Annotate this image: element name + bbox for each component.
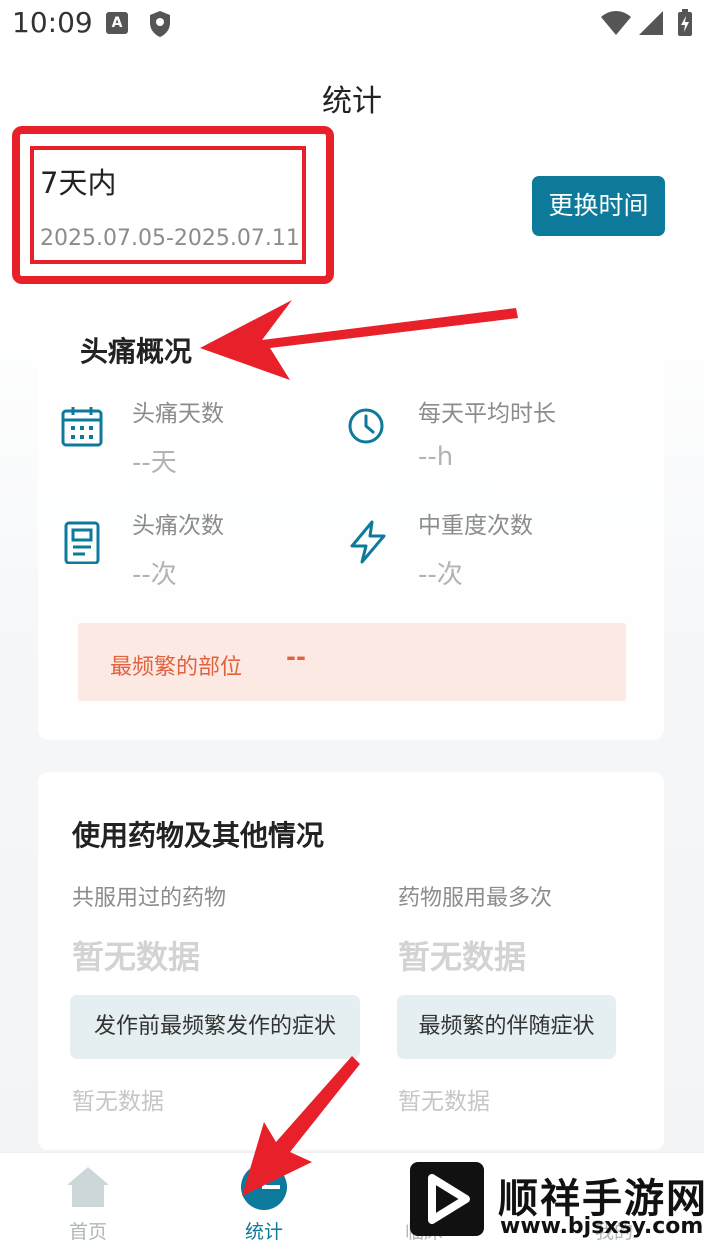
stat-value: --天 [132,448,177,478]
medication-title: 使用药物及其他情况 [72,819,325,852]
lightning-icon [350,520,386,564]
range-label: 7天内 [40,166,117,200]
stat-severe-count: 中重度次数 --次 [346,506,626,596]
play-icon [428,1174,470,1224]
pre-attack-symptom-tag[interactable]: 发作前最频繁发作的症状 [70,995,360,1059]
stat-value: --次 [132,560,177,590]
wifi-icon [601,11,631,35]
home-icon [67,1167,109,1207]
date-range-highlight [12,126,334,284]
status-time: 10:09 [12,6,93,39]
pre-attack-symptom-value: 暂无数据 [72,1089,164,1115]
document-icon [64,521,100,564]
stat-value: --h [418,442,454,472]
watermark-logo [410,1162,484,1236]
watermark-url: www.bjsxsy.com [500,1214,704,1239]
nav-label: 首页 [68,1221,107,1243]
keyboard-a-icon: A [106,12,128,34]
stat-value: --次 [418,560,463,590]
pie-chart-icon [241,1164,287,1210]
stat-headache-count: 头痛次数 --次 [60,506,320,596]
page-title: 统计 [322,84,382,119]
overview-title: 头痛概况 [80,335,193,368]
stat-label: 头痛天数 [132,401,224,427]
frequent-location-banner: 最频繁的部位 -- [78,623,626,701]
stat-label: 头痛次数 [132,513,224,539]
meds-most-value: 暂无数据 [398,938,527,976]
stat-headache-days: 头痛天数 --天 [60,394,320,484]
range-dates: 2025.07.05-2025.07.11 [40,226,300,251]
meds-taken-value: 暂无数据 [72,938,201,976]
accompanying-symptom-tag[interactable]: 最频繁的伴随症状 [397,995,616,1059]
signal-icon [639,11,663,35]
accompanying-symptom-value: 暂无数据 [398,1089,490,1115]
meds-most-label: 药物服用最多次 [398,886,553,911]
status-bar: 10:09 A [0,0,704,48]
watermark: 顺祥手游网 www.bjsxsy.com [408,1158,704,1248]
shield-icon [150,11,170,37]
stat-label: 中重度次数 [418,513,533,539]
change-time-button[interactable]: 更换时间 [532,176,665,236]
clock-icon [348,408,384,444]
nav-item-home[interactable]: 首页 [28,1153,148,1252]
meds-taken-label: 共服用过的药物 [72,886,227,911]
frequent-location-label: 最频繁的部位 [110,655,243,680]
calendar-icon [61,407,103,447]
frequent-location-value: -- [286,643,306,671]
nav-item-stats[interactable]: 统计 [204,1153,324,1252]
stat-avg-duration: 每天平均时长 --h [346,394,626,484]
nav-label: 统计 [244,1221,283,1243]
stat-label: 每天平均时长 [418,401,556,427]
battery-icon [678,9,692,36]
